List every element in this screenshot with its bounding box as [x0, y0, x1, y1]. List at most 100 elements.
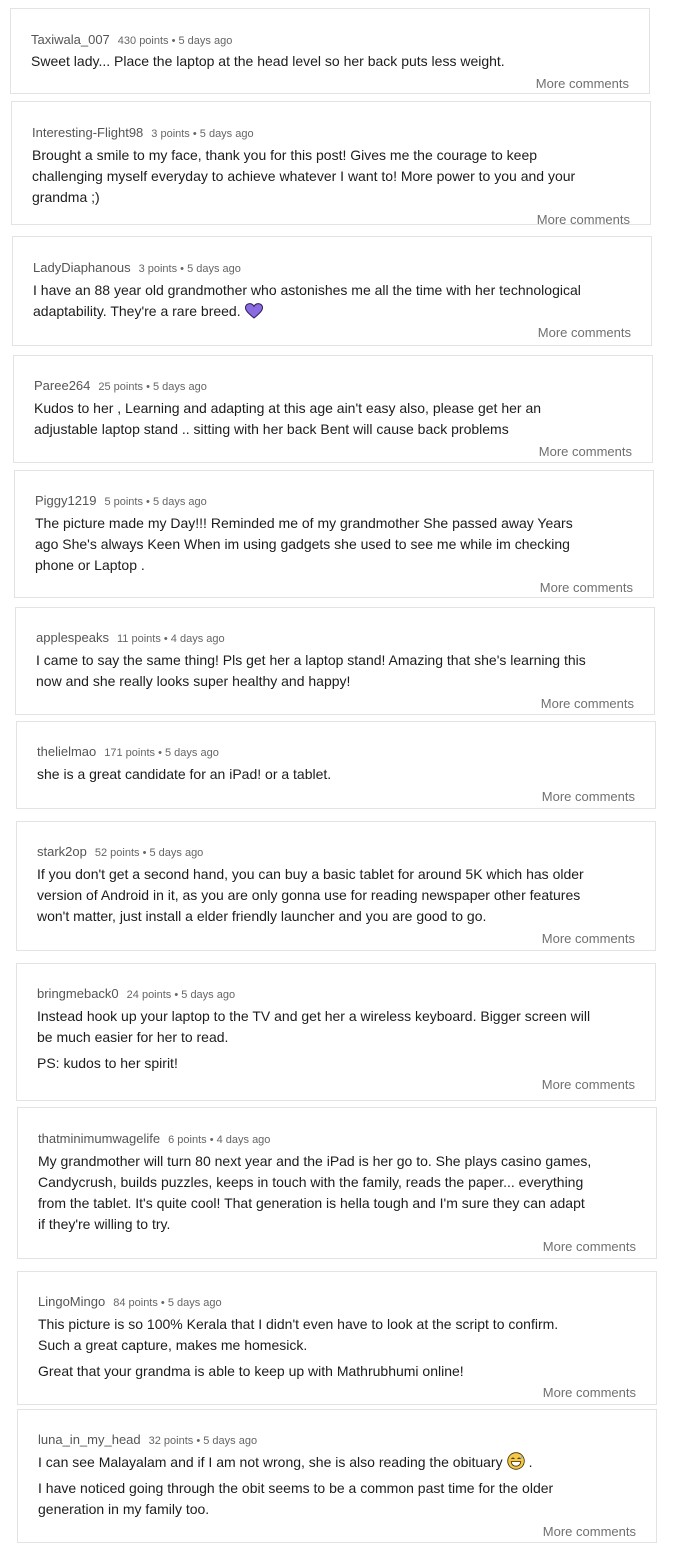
comment-card: stark2op 52 points • 5 days ago If you don… [16, 821, 656, 951]
comment-text-suffix: . [528, 1454, 533, 1470]
comment-username[interactable]: luna_in_my_head [38, 1432, 141, 1447]
purple-heart-emoji-icon [244, 303, 263, 325]
comment-text: I can see Malayalam and if I am not wron… [38, 1454, 503, 1470]
more-comments-link[interactable]: More comments [542, 789, 635, 804]
comment-text-line: Brought a smile to my face, thank you fo… [32, 145, 537, 166]
comment-meta: 25 points • 5 days ago [98, 381, 207, 393]
comment-text: if they're willing to try. [38, 1216, 171, 1232]
comment-card: luna_in_my_head 32 points • 5 days ago I c… [17, 1409, 657, 1543]
comment-card: Paree264 25 points • 5 days ago Kudos to h… [13, 355, 653, 463]
more-comments-link[interactable]: More comments [542, 1077, 635, 1092]
comment-header: Paree264 25 points • 5 days ago [34, 377, 207, 395]
comment-username[interactable]: LadyDiaphanous [33, 260, 131, 275]
comment-text-line: I can see Malayalam and if I am not wron… [38, 1452, 532, 1476]
comment-text: challenging myself everyday to achieve w… [32, 168, 576, 184]
comment-text-line: This picture is so 100% Kerala that I di… [38, 1314, 558, 1335]
comment-text-line: adjustable laptop stand .. sitting with … [34, 419, 509, 440]
more-comments-link[interactable]: More comments [537, 212, 630, 227]
comment-text-line: The picture made my Day!!! Reminded me o… [35, 513, 573, 534]
comment-header: Taxiwala_007 430 points • 5 days ago [31, 31, 232, 49]
comment-text-line: I have an 88 year old grandmother who as… [33, 280, 581, 301]
comment-text: The picture made my Day!!! Reminded me o… [35, 515, 573, 531]
comment-text: I have an 88 year old grandmother who as… [33, 282, 581, 298]
comment-meta: 24 points • 5 days ago [126, 989, 236, 1001]
comment-text: she is a great candidate for an iPad! or… [37, 766, 332, 782]
comment-text-line: phone or Laptop . [35, 555, 145, 576]
more-comments-link[interactable]: More comments [536, 76, 629, 91]
comment-text-paragraph-line: I have noticed going through the obit se… [38, 1480, 554, 1496]
comment-text-line: won't matter, just install a elder frien… [37, 906, 486, 927]
comment-text-line: now and she really looks super healthy a… [36, 671, 350, 692]
comment-text-line: from the tablet. It's quite cool! That g… [38, 1193, 585, 1214]
comment-username[interactable]: applespeaks [36, 630, 109, 645]
comment-meta: 3 points • 5 days ago [138, 263, 241, 275]
more-comments-link[interactable]: More comments [543, 1385, 636, 1400]
comment-text: adaptability. They're a rare breed. [33, 303, 241, 319]
comment-header: Interesting-Flight98 3 points • 5 days ag… [32, 124, 254, 142]
comment-text: Instead hook up your laptop to the TV an… [37, 1008, 591, 1024]
comment-text-line: Kudos to her , Learning and adapting at … [34, 398, 541, 419]
comment-text-paragraph-line: Great that your grandma is able to keep … [38, 1363, 464, 1379]
comment-text: won't matter, just install a elder frien… [37, 908, 487, 924]
comment-text-line: Candycrush, builds puzzles, keeps in tou… [38, 1172, 583, 1193]
comment-text-line: If you don't get a second hand, you can … [37, 864, 584, 885]
comment-text-line: Instead hook up your laptop to the TV an… [37, 1006, 590, 1027]
comment-username[interactable]: stark2op [37, 844, 87, 859]
comment-text-line: Such a great capture, makes me homesick. [38, 1335, 307, 1356]
comment-username[interactable]: thelielmao [37, 744, 96, 759]
comment-header: luna_in_my_head 32 points • 5 days ago [38, 1431, 257, 1449]
comment-username[interactable]: Paree264 [34, 378, 90, 393]
comment-meta: 84 points • 5 days ago [113, 1297, 222, 1309]
comment-text-line: My grandmother will turn 80 next year an… [38, 1151, 591, 1172]
comment-text: Candycrush, builds puzzles, keeps in tou… [38, 1174, 584, 1190]
comment-username[interactable]: Piggy1219 [35, 493, 96, 508]
comment-username[interactable]: Interesting-Flight98 [32, 125, 143, 140]
comment-text-line: if they're willing to try. [38, 1214, 170, 1235]
comment-meta: 3 points • 5 days ago [151, 128, 254, 140]
comment-card: Interesting-Flight98 3 points • 5 days ag… [11, 101, 651, 227]
comment-meta: 430 points • 5 days ago [117, 35, 233, 47]
comment-meta: 11 points • 4 days ago [117, 633, 225, 645]
comment-text: If you don't get a second hand, you can … [37, 866, 584, 882]
comment-text: Such a great capture, makes me homesick. [38, 1337, 308, 1353]
comment-text-line: she is a great candidate for an iPad! or… [37, 764, 331, 785]
more-comments-link[interactable]: More comments [538, 325, 631, 340]
comment-text-paragraph-line: PS: kudos to her spirit! [37, 1055, 178, 1071]
more-comments-link[interactable]: More comments [543, 1524, 636, 1539]
comment-text-line: be much easier for her to read. [37, 1027, 228, 1048]
comment-card: LingoMingo 84 points • 5 days ago This pic… [17, 1271, 657, 1405]
comment-text-line: adaptability. They're a rare breed. [33, 301, 263, 325]
comment-username[interactable]: bringmeback0 [37, 986, 119, 1001]
more-comments-link[interactable]: More comments [543, 1239, 636, 1254]
comment-username[interactable]: LingoMingo [38, 1294, 105, 1309]
comment-text: Brought a smile to my face, thank you fo… [32, 147, 538, 163]
comment-meta: 6 points • 4 days ago [168, 1134, 271, 1146]
comment-header: bringmeback0 24 points • 5 days ago [37, 985, 235, 1003]
more-comments-link[interactable]: More comments [539, 444, 632, 459]
comment-meta: 52 points • 5 days ago [94, 847, 204, 859]
comment-text-line: I came to say the same thing! Pls get he… [36, 650, 586, 671]
comment-header: LingoMingo 84 points • 5 days ago [38, 1293, 222, 1311]
comment-text-line: version of Android in it, as you are onl… [37, 885, 580, 906]
comment-card: thelielmao 171 points • 5 days ago she is … [16, 721, 656, 809]
comment-text: version of Android in it, as you are onl… [37, 887, 581, 903]
comment-username[interactable]: Taxiwala_007 [31, 32, 110, 47]
comment-card: bringmeback0 24 points • 5 days ago Instea… [16, 963, 656, 1101]
comment-meta: 5 points • 5 days ago [104, 496, 207, 508]
comment-text-line: grandma ;) [32, 187, 100, 208]
comment-header: applespeaks 11 points • 4 days ago [36, 629, 225, 647]
more-comments-link[interactable]: More comments [542, 931, 635, 946]
more-comments-link[interactable]: More comments [540, 580, 633, 595]
comment-text-line: Sweet lady... Place the laptop at the he… [31, 51, 505, 72]
comment-text: from the tablet. It's quite cool! That g… [38, 1195, 585, 1211]
comment-meta: 171 points • 5 days ago [104, 747, 219, 759]
comment-text: Sweet lady... Place the laptop at the he… [31, 53, 505, 69]
comment-card: applespeaks 11 points • 4 days ago I came … [15, 607, 655, 715]
comment-text-line: challenging myself everyday to achieve w… [32, 166, 575, 187]
comment-header: thatminimumwagelife 6 points • 4 days ago [38, 1130, 270, 1148]
comment-text: Kudos to her , Learning and adapting at … [34, 400, 542, 416]
comment-username[interactable]: thatminimumwagelife [38, 1131, 160, 1146]
more-comments-link[interactable]: More comments [541, 696, 634, 711]
comment-header: Piggy1219 5 points • 5 days ago [35, 492, 207, 510]
comment-text-paragraph-line: generation in my family too. [38, 1501, 210, 1517]
